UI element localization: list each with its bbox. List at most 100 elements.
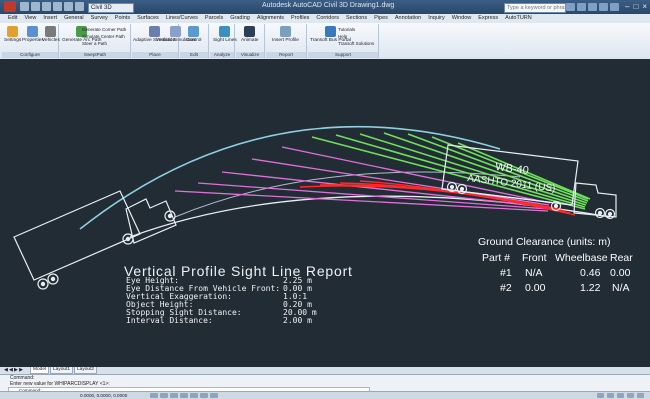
panel-report: Insert Profile Report (266, 24, 307, 58)
vehicles-button[interactable]: Vehicles (42, 26, 60, 43)
menu-profiles[interactable]: Profiles (291, 14, 309, 23)
menu-inquiry[interactable]: Inquiry (428, 14, 445, 23)
profile-arc (79, 125, 501, 230)
drawing-canvas[interactable]: WB-40 AASHTO 2011 (US) Vertical Profile … (0, 59, 650, 367)
steer-path-item[interactable]: Steer a Path (82, 40, 126, 47)
panel-label: Place (132, 52, 178, 58)
subscription-icon[interactable] (577, 3, 586, 11)
open-icon[interactable] (31, 2, 40, 11)
panel-label: Analyze (210, 52, 234, 58)
clean-screen-icon[interactable] (637, 393, 644, 398)
lineweight-icon[interactable] (210, 393, 218, 398)
gc-row2-rear: N/A (612, 282, 630, 294)
command-line: Command: Enter new value for WHIPARCDISP… (0, 374, 650, 394)
panel-support: Transoft Bus Portal Tutorials Help Trans… (308, 24, 379, 58)
menu-alignments[interactable]: Alignments (257, 14, 284, 23)
menu-view[interactable]: View (24, 14, 36, 23)
layout-tabs-bar: ◀ ◀ ▶ ▶ Model Layout1 Layout2 (0, 367, 650, 374)
menu-express[interactable]: Express (478, 14, 498, 23)
ribbon: Settings Properties Vehicles Configure G… (0, 23, 650, 60)
panel-place: Adaptive Simulation Vertical Simulation … (132, 24, 195, 58)
model-space-icon[interactable] (597, 393, 604, 398)
panel-label: Support (308, 52, 378, 58)
grid-icon[interactable] (160, 393, 168, 398)
panel-edit: Control Edit (180, 24, 209, 58)
drafting-toggles (150, 393, 218, 398)
redo-icon[interactable] (64, 2, 73, 11)
otrack-icon[interactable] (200, 393, 208, 398)
new-icon[interactable] (20, 2, 29, 11)
menu-insert[interactable]: Insert (43, 14, 57, 23)
polar-icon[interactable] (180, 393, 188, 398)
insert-profile-button[interactable]: Insert Profile (272, 26, 299, 43)
lock-icon[interactable] (627, 393, 634, 398)
app-menu-icon[interactable] (4, 1, 16, 12)
annotation-scale-icon[interactable] (607, 393, 614, 398)
tab-layout2[interactable]: Layout2 (74, 367, 98, 374)
settings-button[interactable]: Settings (4, 26, 21, 43)
restore-icon[interactable]: □ (633, 2, 638, 11)
snap-icon[interactable] (150, 393, 158, 398)
menu-points[interactable]: Points (115, 14, 130, 23)
sight-lines-button[interactable]: Sight Lines (213, 26, 237, 43)
help-item[interactable]: Help (338, 33, 374, 40)
search-icon[interactable] (566, 3, 575, 11)
panel-label: Edit (180, 52, 208, 58)
animate-icon (244, 26, 256, 37)
communication-icon[interactable] (588, 3, 597, 11)
menu-corridors[interactable]: Corridors (316, 14, 339, 23)
menu-grading[interactable]: Grading (230, 14, 250, 23)
help-icon[interactable] (610, 3, 619, 11)
osnap-icon[interactable] (190, 393, 198, 398)
generate-corner-path-item[interactable]: Generate Corner Path (82, 26, 126, 33)
panel-configure: Settings Properties Vehicles Configure (2, 24, 60, 58)
properties-icon (27, 26, 39, 37)
gc-header-rear: Rear (610, 252, 633, 264)
settings-icon (7, 26, 19, 37)
title-bar: Civil 3D Autodesk AutoCAD Civil 3D Drawi… (0, 0, 650, 14)
gc-row1-front: N/A (525, 267, 543, 279)
close-icon[interactable]: × (642, 2, 647, 11)
menu-pipes[interactable]: Pipes (374, 14, 388, 23)
insert-profile-icon (279, 26, 291, 37)
plot-icon[interactable] (75, 2, 84, 11)
search-input[interactable]: Type a keyword or phrase (504, 3, 566, 13)
animate-button[interactable]: Animate (241, 26, 259, 43)
menu-window[interactable]: Window (452, 14, 472, 23)
road-surface (129, 195, 611, 238)
quick-access-toolbar (20, 2, 84, 11)
drawing-viewport (13, 125, 617, 290)
gc-row2-part: #2 (500, 282, 512, 294)
menu-general[interactable]: General (64, 14, 84, 23)
properties-button[interactable]: Properties (22, 26, 44, 43)
minimize-icon[interactable]: – (625, 2, 629, 11)
favorites-icon[interactable] (599, 3, 608, 11)
tutorials-item[interactable]: Tutorials (338, 26, 374, 33)
menu-bar: Edit View Insert General Survey Points S… (0, 14, 650, 23)
simulate-center-path-item[interactable]: Simulate Center Path (82, 33, 126, 40)
gc-header-wheelbase: Wheelbase (555, 252, 608, 264)
tab-model[interactable]: Model (30, 367, 50, 374)
menu-annotation[interactable]: Annotation (395, 14, 421, 23)
control-button[interactable]: Control (186, 26, 201, 43)
menu-surfaces[interactable]: Surfaces (137, 14, 159, 23)
ortho-icon[interactable] (170, 393, 178, 398)
workspace-dropdown[interactable]: Civil 3D (88, 3, 134, 13)
menu-sections[interactable]: Sections (346, 14, 367, 23)
tab-layout1[interactable]: Layout1 (50, 367, 74, 374)
transoft-solutions-item[interactable]: Transoft Solutions (338, 40, 374, 47)
menu-parcels[interactable]: Parcels (205, 14, 223, 23)
undo-icon[interactable] (53, 2, 62, 11)
menu-survey[interactable]: Survey (91, 14, 108, 23)
tab-navigation-icon[interactable]: ◀ ◀ ▶ ▶ (4, 367, 23, 374)
panel-label: Visualize (236, 52, 264, 58)
panel-sweptpath: Generate Arc Path Generate Corner Path S… (60, 24, 131, 58)
menu-edit[interactable]: Edit (8, 14, 17, 23)
panel-label: Configure (2, 52, 58, 58)
menu-autoturn[interactable]: AutoTURN (505, 14, 532, 23)
workspace-icon[interactable] (617, 393, 624, 398)
report-label-interval-distance: Interval Distance: (126, 316, 213, 325)
menu-lines-curves[interactable]: Lines/Curves (166, 14, 198, 23)
save-icon[interactable] (42, 2, 51, 11)
panel-analyze: Sight Lines Analyze (210, 24, 237, 58)
